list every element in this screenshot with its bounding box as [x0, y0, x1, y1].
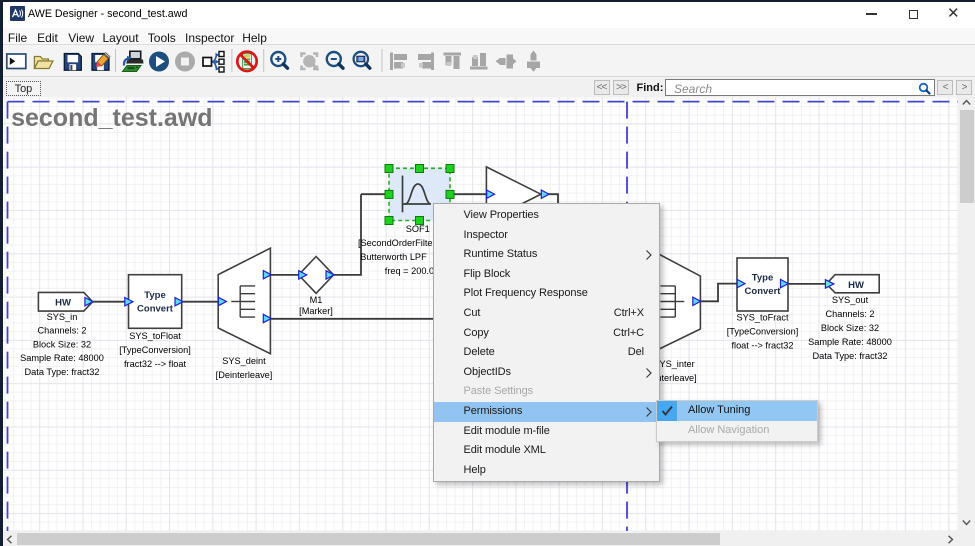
svg-text:SYS_in: SYS_in: [47, 312, 78, 322]
svg-text:Type: Type: [752, 273, 773, 284]
svg-text:HW: HW: [848, 280, 864, 291]
svg-text:[Marker]: [Marker]: [299, 306, 333, 316]
svg-text:float --> fract32: float --> fract32: [731, 341, 793, 351]
svg-text:Block Size: 32: Block Size: 32: [33, 339, 91, 349]
svg-text:M1: M1: [310, 295, 323, 305]
svg-text:Data Type: fract32: Data Type: fract32: [25, 367, 100, 377]
svg-text:Sample Rate: 48000: Sample Rate: 48000: [808, 337, 892, 347]
svg-text:SOF1: SOF1: [406, 224, 430, 234]
svg-text:Channels: 2: Channels: 2: [825, 309, 874, 319]
svg-text:Sample Rate: 48000: Sample Rate: 48000: [20, 353, 104, 363]
svg-text:HW: HW: [55, 298, 71, 309]
svg-text:Channels: 2: Channels: 2: [37, 326, 86, 336]
svg-text:SYS_toFract: SYS_toFract: [736, 313, 789, 323]
svg-text:SYS_toFloat: SYS_toFloat: [129, 331, 181, 341]
svg-text:[TypeConversion]: [TypeConversion]: [119, 345, 191, 355]
svg-text:SYS_out: SYS_out: [832, 295, 869, 305]
svg-text:Convert: Convert: [745, 286, 782, 297]
svg-text:[TypeConversion]: [TypeConversion]: [727, 327, 799, 337]
svg-text:Data Type: fract32: Data Type: fract32: [813, 351, 888, 361]
svg-text:Block Size: 32: Block Size: 32: [821, 323, 879, 333]
svg-text:fract32 --> float: fract32 --> float: [124, 359, 186, 369]
svg-text:[Deinterleave]: [Deinterleave]: [216, 370, 273, 380]
svg-text:Butterworth LPF: Butterworth LPF: [360, 252, 427, 262]
svg-text:freq = 200.00: freq = 200.00: [385, 266, 439, 276]
svg-text:Type: Type: [144, 290, 165, 301]
svg-text:Convert: Convert: [137, 304, 174, 315]
svg-text:SYS_deint: SYS_deint: [222, 356, 266, 366]
